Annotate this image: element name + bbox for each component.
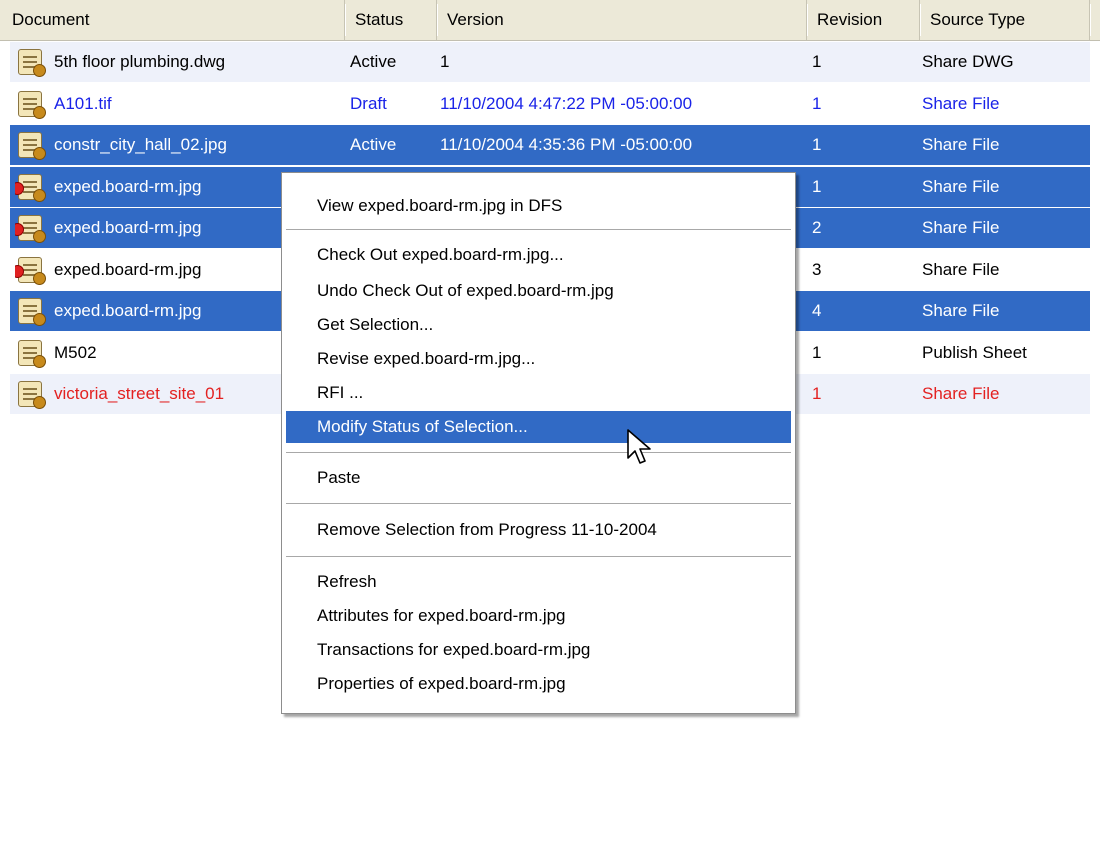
document-icon [15, 42, 49, 82]
document-icon [15, 125, 49, 165]
menu-item-view-in-dfs[interactable]: View exped.board-rm.jpg in DFS [286, 190, 791, 222]
column-header-version[interactable]: Version [437, 0, 808, 40]
menu-item-paste[interactable]: Paste [286, 462, 791, 494]
cell-source-type: Share File [922, 176, 1000, 196]
cell-revision: 4 [812, 301, 822, 320]
cell-source-type: Share File [922, 218, 1000, 237]
column-header-source-type[interactable]: Source Type [920, 0, 1091, 40]
menu-item-remove-selection[interactable]: Remove Selection from Progress 11-10-200… [286, 514, 791, 546]
cell-document: 5th floor plumbing.dwg [54, 52, 226, 71]
cell-version: 11/10/2004 4:47:22 PM -05:00:00 [440, 93, 693, 113]
menu-separator [286, 556, 791, 558]
menu-separator [286, 229, 791, 231]
cell-source-type: Share File [922, 93, 1000, 113]
document-icon [15, 84, 49, 124]
cell-revision: 1 [812, 52, 822, 71]
column-header-bar: Document Status Version Revision Source … [0, 0, 1100, 41]
menu-item-undo-check-out[interactable]: Undo Check Out of exped.board-rm.jpg [286, 275, 791, 307]
context-menu: View exped.board-rm.jpg in DFS Check Out … [281, 172, 796, 714]
menu-item-properties[interactable]: Properties of exped.board-rm.jpg [286, 668, 791, 700]
column-header-status[interactable]: Status [345, 0, 438, 40]
cell-status: Active [350, 52, 397, 71]
cell-source-type: Share File [922, 384, 1000, 403]
cell-source-type: Share File [922, 135, 1000, 154]
cell-version: 11/10/2004 4:35:36 PM -05:00:00 [440, 135, 693, 154]
document-icon [15, 291, 49, 331]
menu-item-revise[interactable]: Revise exped.board-rm.jpg... [286, 343, 791, 375]
column-header-revision[interactable]: Revision [807, 0, 921, 40]
cell-source-type: Share File [922, 301, 1000, 320]
cell-revision: 1 [812, 342, 822, 362]
mouse-cursor-icon [627, 429, 651, 464]
checked-out-document-icon [15, 167, 49, 207]
menu-separator [286, 503, 791, 505]
cell-revision: 2 [812, 218, 822, 237]
checked-out-document-icon [15, 250, 49, 290]
menu-item-attributes[interactable]: Attributes for exped.board-rm.jpg [286, 600, 791, 632]
menu-item-modify-status[interactable]: Modify Status of Selection... [286, 411, 791, 443]
menu-separator [286, 452, 791, 454]
cell-revision: 1 [812, 93, 822, 113]
checked-out-document-icon [15, 208, 49, 248]
menu-item-rfi[interactable]: RFI ... [286, 377, 791, 409]
cell-source-type: Share DWG [922, 52, 1014, 71]
cell-status: Active [350, 135, 397, 154]
cell-document: A101.tif [54, 93, 112, 113]
cell-version: 1 [440, 52, 450, 71]
document-icon [15, 374, 49, 414]
cell-document: constr_city_hall_02.jpg [54, 135, 227, 154]
cell-revision: 1 [812, 135, 822, 154]
document-icon [15, 333, 49, 373]
cell-revision: 1 [812, 176, 822, 196]
menu-item-refresh[interactable]: Refresh [286, 566, 791, 598]
menu-item-transactions[interactable]: Transactions for exped.board-rm.jpg [286, 634, 791, 666]
cell-source-type: Share File [922, 259, 1000, 279]
cell-revision: 3 [812, 259, 822, 279]
table-row[interactable]: A101.tif Draft 11/10/2004 4:47:22 PM -05:0… [10, 84, 1090, 124]
table-row[interactable]: 5th floor plumbing.dwg Active 1 1 Share DWG [10, 42, 1090, 82]
cell-source-type: Publish Sheet [922, 342, 1027, 362]
menu-item-get-selection[interactable]: Get Selection... [286, 309, 791, 341]
column-header-document[interactable]: Document [0, 0, 346, 40]
cell-revision: 1 [812, 384, 822, 403]
table-row[interactable]: constr_city_hall_02.jpg Active 11/10/2004 … [10, 125, 1090, 165]
menu-item-check-out[interactable]: Check Out exped.board-rm.jpg... [286, 239, 791, 271]
cell-status: Draft [350, 93, 387, 113]
